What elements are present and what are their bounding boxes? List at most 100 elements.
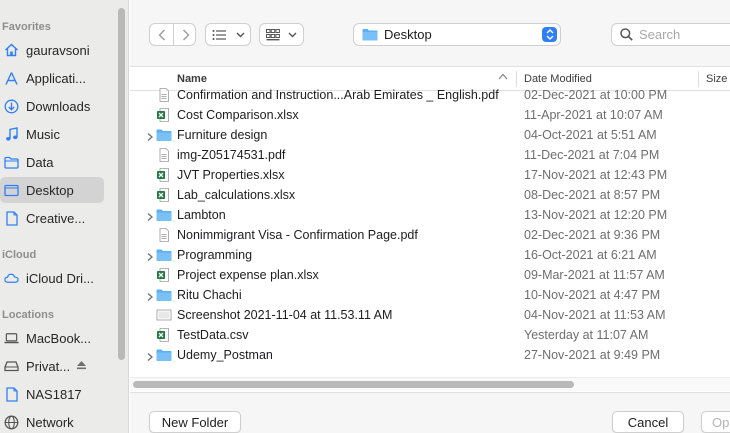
file-name: JVT Properties.xlsx xyxy=(177,168,285,182)
sidebar-item-label: Data xyxy=(26,154,54,170)
sidebar-item-label: MacBook... xyxy=(26,330,92,346)
grid-icon xyxy=(266,28,280,40)
sidebar-item-applicati[interactable]: Applicati... xyxy=(0,65,104,91)
sidebar-section-icloud: iCloud xyxy=(2,249,37,261)
cloud-icon xyxy=(4,271,19,286)
chevron-right-icon xyxy=(182,29,189,40)
file-date-modified: 11-Apr-2021 at 10:07 AM xyxy=(524,108,663,122)
table-row[interactable]: Lab_calculations.xlsx 08-Dec-2021 at 8:57… xyxy=(130,185,730,205)
search-field[interactable] xyxy=(611,23,730,46)
new-folder-button[interactable]: New Folder xyxy=(149,411,241,433)
horizontal-scrollbar[interactable] xyxy=(133,381,574,388)
table-row[interactable]: Programming 16-Oct-2021 at 6:21 AM xyxy=(130,245,730,265)
location-stepper[interactable] xyxy=(542,27,557,42)
eject-icon[interactable] xyxy=(76,360,87,373)
drive-icon xyxy=(4,359,19,374)
table-row[interactable]: Ritu Chachi 10-Nov-2021 at 4:47 PM xyxy=(130,285,730,305)
list-icon xyxy=(212,29,226,40)
sidebar-item-label: NAS1817 xyxy=(26,386,82,402)
file-date-modified: 11-Dec-2021 at 7:04 PM xyxy=(524,148,660,162)
file-date-modified: 04-Oct-2021 at 5:51 AM xyxy=(524,128,657,142)
sidebar-scrollbar[interactable] xyxy=(118,8,125,360)
table-row[interactable]: Furniture design 04-Oct-2021 at 5:51 AM xyxy=(130,125,730,145)
forward-button[interactable] xyxy=(174,24,197,45)
file-date-modified: 13-Nov-2021 at 12:20 PM xyxy=(524,208,668,222)
file-name: Furniture design xyxy=(177,128,268,142)
file-date-modified: 09-Mar-2021 at 11:57 AM xyxy=(524,268,665,282)
table-row[interactable]: img-Z05174531.pdf 11-Dec-2021 at 7:04 PM xyxy=(130,145,730,165)
sidebar-item-creative[interactable]: Creative... xyxy=(0,205,104,231)
location-label: Desktop xyxy=(384,27,432,42)
disclosure-triangle-icon[interactable] xyxy=(145,210,155,221)
sidebar-item-label: gauravsoni xyxy=(26,42,90,58)
cancel-button[interactable]: Cancel xyxy=(612,411,684,433)
file-name: Udemy_Postman xyxy=(177,348,273,362)
sidebar-item-data[interactable]: Data xyxy=(0,149,104,175)
table-row[interactable]: JVT Properties.xlsx 17-Nov-2021 at 12:43 … xyxy=(130,165,730,185)
sidebar-item-macbook[interactable]: MacBook... xyxy=(0,325,104,351)
updown-chevron-icon xyxy=(546,29,553,40)
table-row[interactable]: TestData.csv Yesterday at 11:07 AM xyxy=(130,325,730,345)
folder-file-icon xyxy=(156,248,172,262)
music-icon xyxy=(4,126,19,142)
sidebar-item-label: Desktop xyxy=(26,182,74,198)
sidebar-item-network[interactable]: Network xyxy=(0,409,104,433)
sidebar-item-label: Downloads xyxy=(26,98,91,114)
table-row[interactable]: Lambton 13-Nov-2021 at 12:20 PM xyxy=(130,205,730,225)
location-popup[interactable]: Desktop xyxy=(353,23,561,46)
chevron-down-icon xyxy=(236,32,244,37)
file-name: Lambton xyxy=(177,208,226,222)
file-name: Ritu Chachi xyxy=(177,288,242,302)
sidebar-item-privat[interactable]: Privat... xyxy=(0,353,104,379)
image-file-icon xyxy=(156,308,172,322)
file-date-modified: 10-Nov-2021 at 4:47 PM xyxy=(524,288,661,302)
file-list: Confirmation and Instruction...Arab Emir… xyxy=(130,86,730,376)
file-date-modified: 27-Nov-2021 at 9:49 PM xyxy=(524,348,661,362)
sidebar-item-label: iCloud Dri... xyxy=(26,270,94,286)
sidebar-item-icloud-dri[interactable]: iCloud Dri... xyxy=(0,265,104,291)
downloads-icon xyxy=(4,99,19,114)
network-icon xyxy=(4,415,19,430)
chevron-left-icon xyxy=(158,29,165,40)
chevron-down-icon xyxy=(288,32,297,37)
file-name: Project expense plan.xlsx xyxy=(177,268,319,282)
table-row[interactable]: Project expense plan.xlsx 09-Mar-2021 at … xyxy=(130,265,730,285)
sidebar-item-music[interactable]: Music xyxy=(0,121,104,147)
back-button[interactable] xyxy=(150,24,173,45)
list-view-button[interactable] xyxy=(205,23,251,46)
disclosure-triangle-icon[interactable] xyxy=(145,350,155,361)
sidebar-item-label: Privat... xyxy=(26,358,71,374)
sidebar: Favorites gauravsoni Applicati... Download… xyxy=(0,0,129,433)
folder-file-icon xyxy=(156,128,172,142)
disclosure-triangle-icon[interactable] xyxy=(145,130,155,141)
file-date-modified: 16-Oct-2021 at 6:21 AM xyxy=(524,248,657,262)
file-name: Cost Comparison.xlsx xyxy=(177,108,299,122)
group-view-button[interactable] xyxy=(259,23,304,46)
folder-file-icon xyxy=(156,288,172,302)
disclosure-triangle-icon[interactable] xyxy=(145,250,155,261)
nav-buttons xyxy=(149,23,196,46)
sidebar-item-gauravsoni[interactable]: gauravsoni xyxy=(0,37,104,63)
sidebar-item-desktop[interactable]: Desktop xyxy=(0,177,104,203)
table-row[interactable]: Nonimmigrant Visa - Confirmation Page.pd… xyxy=(130,225,730,245)
sidebar-item-label: Music xyxy=(26,126,60,142)
sidebar-item-nas1817[interactable]: NAS1817 xyxy=(0,381,104,407)
document-icon xyxy=(4,386,19,402)
open-button[interactable]: Op xyxy=(701,411,730,433)
pdf-file-icon xyxy=(156,228,172,242)
sidebar-section-favorites: Favorites xyxy=(2,21,51,33)
xlsx-file-icon xyxy=(156,188,172,202)
search-input[interactable] xyxy=(639,27,730,42)
table-row[interactable]: Cost Comparison.xlsx 11-Apr-2021 at 10:07… xyxy=(130,105,730,125)
disclosure-triangle-icon[interactable] xyxy=(145,290,155,301)
table-row[interactable]: Screenshot 2021-11-04 at 11.53.11 AM 04-N… xyxy=(130,305,730,325)
pdf-file-icon xyxy=(156,88,172,102)
file-date-modified: 02-Dec-2021 at 10:00 PM xyxy=(524,88,668,102)
sidebar-item-downloads[interactable]: Downloads xyxy=(0,93,104,119)
table-row[interactable]: Udemy_Postman 27-Nov-2021 at 9:49 PM xyxy=(130,345,730,365)
search-icon xyxy=(620,28,633,41)
horizontal-scroll-track xyxy=(130,377,730,391)
file-date-modified: 08-Dec-2021 at 8:57 PM xyxy=(524,188,661,202)
file-name: TestData.csv xyxy=(177,328,249,342)
table-row[interactable]: Confirmation and Instruction...Arab Emir… xyxy=(130,86,730,105)
